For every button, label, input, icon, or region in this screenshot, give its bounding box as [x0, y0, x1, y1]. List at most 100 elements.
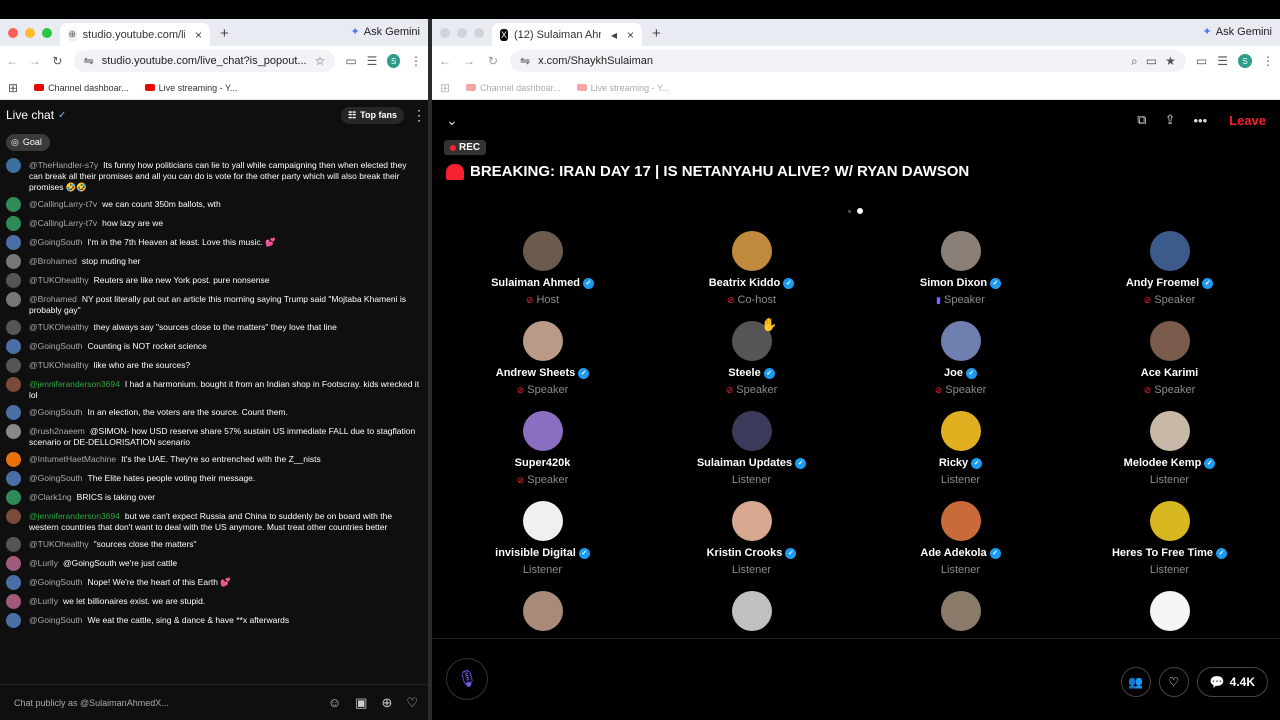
chat-message[interactable]: @TUKOhealthy Reuters are like new York po…: [0, 271, 428, 290]
extensions-icon[interactable]: ☰: [367, 54, 378, 68]
close-window-button[interactable]: [440, 27, 450, 38]
participant-card[interactable]: Melodee Kemp ✓ Listener: [1065, 411, 1274, 501]
super-chat-icon[interactable]: ▣: [355, 695, 367, 711]
leave-button[interactable]: Leave: [1229, 113, 1266, 128]
user-avatar[interactable]: [6, 509, 21, 524]
user-avatar[interactable]: [6, 471, 21, 486]
chat-message[interactable]: @GoingSouth Nope! We're the heart of this…: [0, 573, 428, 592]
participant-avatar[interactable]: [1149, 321, 1190, 361]
user-avatar[interactable]: [6, 158, 21, 173]
tab-x-profile[interactable]: X (12) Sulaiman Ahmed (@S ◂ ×: [492, 23, 642, 46]
apps-grid-icon[interactable]: ⊞: [8, 81, 18, 95]
participant-card[interactable]: Sulaiman Updates ✓ Listener: [647, 411, 856, 501]
close-tab-icon[interactable]: ×: [627, 28, 634, 42]
participant-card[interactable]: invisible Digital ✓ Listener: [438, 501, 647, 591]
chat-message[interactable]: @Brohamed NY post literally put out an ar…: [0, 290, 428, 318]
message-author[interactable]: @IntumetHaetMachine: [29, 454, 116, 464]
chat-message[interactable]: @TUKOhealthy "sources close the matters": [0, 535, 428, 554]
user-avatar[interactable]: [6, 424, 21, 439]
participant-card[interactable]: Simon Dixon ✓ ▮ Speaker: [856, 231, 1065, 321]
page-dot-active[interactable]: [857, 208, 863, 214]
back-icon[interactable]: ←: [6, 54, 19, 68]
tab-live-chat[interactable]: ⊕ studio.youtube.com/live_chat ×: [60, 23, 210, 46]
bookmark-channel-dashboard[interactable]: Channel dashboar...: [34, 83, 129, 93]
participant-avatar[interactable]: [940, 231, 981, 271]
reload-icon[interactable]: ↻: [486, 54, 500, 68]
browser-menu-icon[interactable]: ⋮: [410, 54, 422, 68]
participant-card[interactable]: Heres To Free Time ✓ Listener: [1065, 501, 1274, 591]
close-tab-icon[interactable]: ×: [195, 28, 202, 42]
message-author[interactable]: @GoingSouth: [29, 577, 83, 587]
participant-avatar[interactable]: ✋: [731, 317, 778, 361]
chat-message[interactable]: @GoingSouth In an election, the voters ar…: [0, 403, 428, 422]
chat-title[interactable]: Live chat ✓: [6, 108, 341, 122]
chat-message[interactable]: @GoingSouth Counting is NOT rocket scienc…: [0, 337, 428, 356]
user-avatar[interactable]: [6, 197, 21, 212]
screen-share-icon[interactable]: ▭: [345, 54, 356, 68]
participant-avatar[interactable]: [522, 411, 563, 451]
user-avatar[interactable]: [6, 320, 21, 335]
chat-menu-icon[interactable]: ⋮: [412, 107, 426, 124]
screen-share-icon[interactable]: ▭: [1196, 54, 1207, 68]
microphone-button[interactable]: 🎙: [446, 658, 488, 700]
goal-chip[interactable]: ◎ Goal: [6, 133, 50, 151]
participant-avatar[interactable]: [522, 501, 563, 541]
participant-card[interactable]: Ricky ✓ Listener: [856, 411, 1065, 501]
heart-icon[interactable]: ♡: [406, 695, 418, 711]
chat-message[interactable]: @CallingLarry-t7v we can count 350m ballo…: [0, 195, 428, 214]
bookmark-star-icon[interactable]: ☆: [315, 54, 326, 68]
bookmark-channel-dashboard[interactable]: Channel dashboar...: [466, 83, 561, 93]
chat-message[interactable]: @TheHandler-s7y Its funny how politicians…: [0, 156, 428, 195]
message-author[interactable]: @Brohamed: [29, 294, 77, 304]
message-author[interactable]: @TUKOhealthy: [29, 322, 89, 332]
participant-avatar[interactable]: [940, 321, 981, 361]
participant-avatar[interactable]: [731, 591, 772, 631]
message-author[interactable]: @GoingSouth: [29, 615, 83, 625]
ask-gemini-button[interactable]: ✦ Ask Gemini: [351, 25, 420, 39]
participant-avatar[interactable]: [940, 591, 981, 631]
top-fans-toggle[interactable]: ☷ Top fans: [341, 106, 404, 124]
comments-button[interactable]: 💬 4.4K: [1196, 667, 1268, 697]
participant-avatar[interactable]: [731, 231, 772, 271]
participant-card[interactable]: [647, 591, 856, 644]
message-author[interactable]: @jenniferanderson3694: [29, 379, 120, 389]
participant-avatar[interactable]: [1149, 501, 1190, 541]
message-author[interactable]: @CallingLarry-t7v: [29, 199, 97, 209]
add-icon[interactable]: ⊕: [381, 695, 392, 711]
share-icon[interactable]: ⇪: [1165, 112, 1176, 128]
message-author[interactable]: @GoingSouth: [29, 473, 83, 483]
user-avatar[interactable]: [6, 556, 21, 571]
bookmark-live-streaming[interactable]: Live streaming - Y...: [144, 83, 237, 93]
participant-card[interactable]: Joe ✓ ⊘ Speaker: [856, 321, 1065, 411]
user-avatar[interactable]: [6, 490, 21, 505]
site-info-icon[interactable]: ⇋: [84, 54, 94, 68]
user-avatar[interactable]: [6, 405, 21, 420]
message-author[interactable]: @rush2naeem: [29, 426, 85, 436]
message-author[interactable]: @Lurlly: [29, 558, 58, 568]
bookmark-star-icon[interactable]: ★: [1165, 54, 1176, 68]
people-button[interactable]: 👥: [1120, 667, 1151, 697]
apps-grid-icon[interactable]: ⊞: [440, 81, 450, 95]
user-avatar[interactable]: [6, 292, 21, 307]
participant-card[interactable]: Sulaiman Ahmed ✓ ⊘ Host: [438, 231, 647, 321]
chat-message[interactable]: @CallingLarry-t7v how lazy are we: [0, 214, 428, 233]
participant-card[interactable]: Ace Karimi ⊘ Speaker: [1065, 321, 1274, 411]
participant-avatar[interactable]: [522, 231, 563, 271]
chat-message[interactable]: @GoingSouth The Elite hates people voting…: [0, 469, 428, 488]
chat-message[interactable]: @jenniferanderson3694 but we can't expect…: [0, 507, 428, 535]
participant-avatar[interactable]: [731, 411, 772, 451]
chat-message[interactable]: @rush2naeem @SIMON- how USD reserve share…: [0, 422, 428, 450]
user-avatar[interactable]: [6, 235, 21, 250]
message-author[interactable]: @TheHandler-s7y: [29, 160, 98, 170]
address-bar[interactable]: ⇋ x.com/ShaykhSulaiman ⌕ ▭ ★: [510, 50, 1186, 72]
new-tab-button[interactable]: +: [210, 25, 239, 46]
message-author[interactable]: @TUKOhealthy: [29, 275, 89, 285]
more-options-icon[interactable]: •••: [1193, 113, 1207, 128]
message-author[interactable]: @CallingLarry-t7v: [29, 218, 97, 228]
minimize-window-button[interactable]: [457, 27, 467, 38]
message-author[interactable]: @Lurlly: [29, 596, 58, 606]
message-author[interactable]: @jenniferanderson3694: [29, 511, 120, 521]
user-avatar[interactable]: [6, 339, 21, 354]
message-author[interactable]: @GoingSouth: [29, 237, 83, 247]
user-avatar[interactable]: [6, 273, 21, 288]
